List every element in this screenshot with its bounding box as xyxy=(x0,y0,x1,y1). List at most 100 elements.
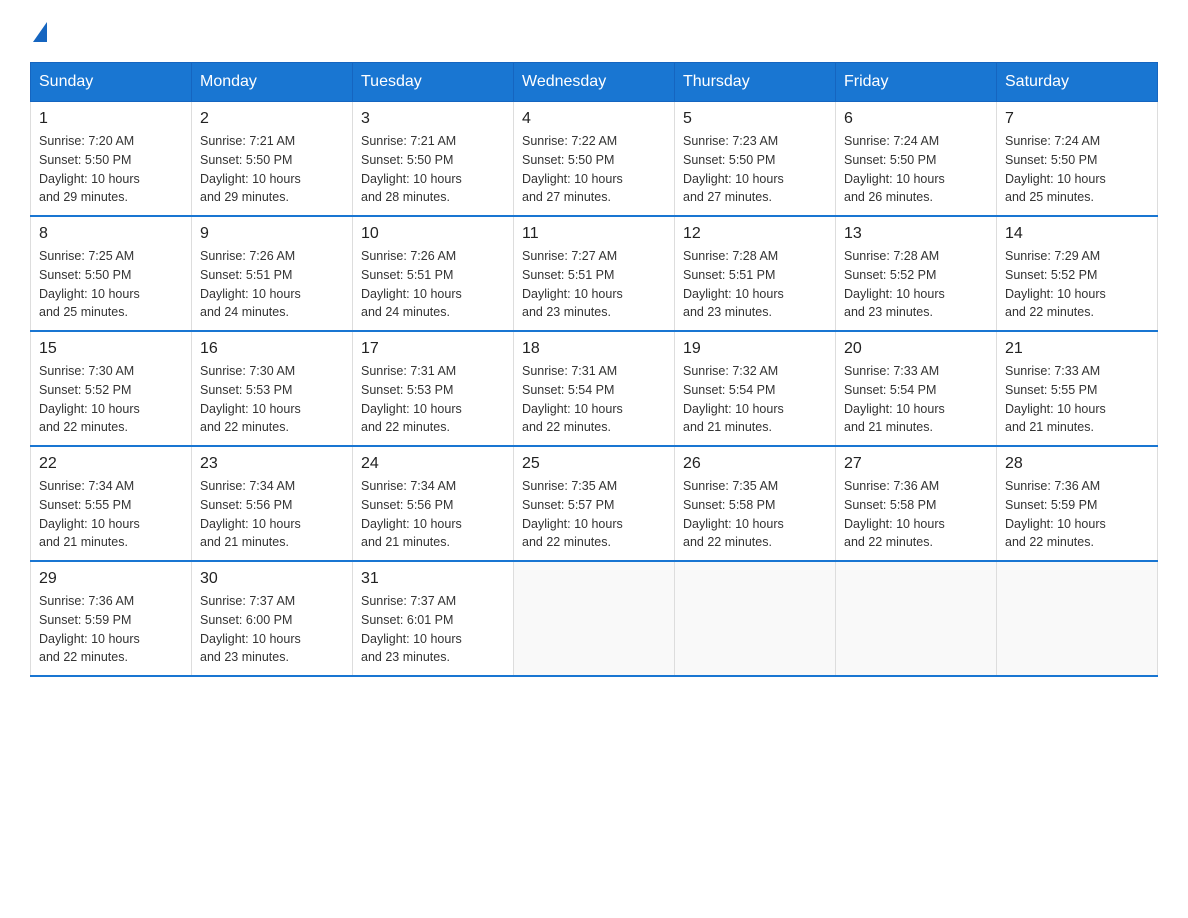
day-number: 19 xyxy=(683,340,827,358)
table-row: 5 Sunrise: 7:23 AMSunset: 5:50 PMDaylight… xyxy=(675,102,836,217)
calendar-week-row: 22 Sunrise: 7:34 AMSunset: 5:55 PMDayligh… xyxy=(31,446,1158,561)
day-info: Sunrise: 7:36 AMSunset: 5:59 PMDaylight:… xyxy=(39,592,183,667)
day-number: 12 xyxy=(683,225,827,243)
day-info: Sunrise: 7:29 AMSunset: 5:52 PMDaylight:… xyxy=(1005,247,1149,322)
day-info: Sunrise: 7:33 AMSunset: 5:54 PMDaylight:… xyxy=(844,362,988,437)
calendar-week-row: 8 Sunrise: 7:25 AMSunset: 5:50 PMDaylight… xyxy=(31,216,1158,331)
day-info: Sunrise: 7:31 AMSunset: 5:54 PMDaylight:… xyxy=(522,362,666,437)
calendar-week-row: 15 Sunrise: 7:30 AMSunset: 5:52 PMDayligh… xyxy=(31,331,1158,446)
table-row: 13Sunrise: 7:28 AMSunset: 5:52 PMDayligh… xyxy=(836,216,997,331)
header-saturday: Saturday xyxy=(997,63,1158,102)
table-row: 29 Sunrise: 7:36 AMSunset: 5:59 PMDayligh… xyxy=(31,561,192,676)
day-info: Sunrise: 7:23 AMSunset: 5:50 PMDaylight:… xyxy=(683,132,827,207)
day-number: 23 xyxy=(200,455,344,473)
calendar-week-row: 29 Sunrise: 7:36 AMSunset: 5:59 PMDayligh… xyxy=(31,561,1158,676)
day-info: Sunrise: 7:27 AMSunset: 5:51 PMDaylight:… xyxy=(522,247,666,322)
day-info: Sunrise: 7:37 AMSunset: 6:01 PMDaylight:… xyxy=(361,592,505,667)
day-info: Sunrise: 7:35 AMSunset: 5:58 PMDaylight:… xyxy=(683,477,827,552)
table-row: 7Sunrise: 7:24 AMSunset: 5:50 PMDaylight… xyxy=(997,102,1158,217)
day-info: Sunrise: 7:21 AMSunset: 5:50 PMDaylight:… xyxy=(361,132,505,207)
day-info: Sunrise: 7:36 AMSunset: 5:59 PMDaylight:… xyxy=(1005,477,1149,552)
day-info: Sunrise: 7:34 AMSunset: 5:56 PMDaylight:… xyxy=(200,477,344,552)
day-info: Sunrise: 7:36 AMSunset: 5:58 PMDaylight:… xyxy=(844,477,988,552)
table-row: 19 Sunrise: 7:32 AMSunset: 5:54 PMDayligh… xyxy=(675,331,836,446)
day-info: Sunrise: 7:26 AMSunset: 5:51 PMDaylight:… xyxy=(361,247,505,322)
day-info: Sunrise: 7:21 AMSunset: 5:50 PMDaylight:… xyxy=(200,132,344,207)
table-row: 9 Sunrise: 7:26 AMSunset: 5:51 PMDaylight… xyxy=(192,216,353,331)
table-row: 15 Sunrise: 7:30 AMSunset: 5:52 PMDayligh… xyxy=(31,331,192,446)
day-info: Sunrise: 7:24 AMSunset: 5:50 PMDaylight:… xyxy=(844,132,988,207)
logo xyxy=(30,20,47,42)
table-row: 27 Sunrise: 7:36 AMSunset: 5:58 PMDayligh… xyxy=(836,446,997,561)
header-friday: Friday xyxy=(836,63,997,102)
table-row: 1 Sunrise: 7:20 AMSunset: 5:50 PMDaylight… xyxy=(31,102,192,217)
day-info: Sunrise: 7:28 AMSunset: 5:52 PMDaylight:… xyxy=(844,247,988,322)
day-info: Sunrise: 7:28 AMSunset: 5:51 PMDaylight:… xyxy=(683,247,827,322)
header-sunday: Sunday xyxy=(31,63,192,102)
table-row: 25 Sunrise: 7:35 AMSunset: 5:57 PMDayligh… xyxy=(514,446,675,561)
table-row xyxy=(514,561,675,676)
table-row: 23 Sunrise: 7:34 AMSunset: 5:56 PMDayligh… xyxy=(192,446,353,561)
day-number: 20 xyxy=(844,340,988,358)
table-row: 18 Sunrise: 7:31 AMSunset: 5:54 PMDayligh… xyxy=(514,331,675,446)
calendar-table: Sunday Monday Tuesday Wednesday Thursday… xyxy=(30,62,1158,677)
header-monday: Monday xyxy=(192,63,353,102)
day-info: Sunrise: 7:22 AMSunset: 5:50 PMDaylight:… xyxy=(522,132,666,207)
day-number: 10 xyxy=(361,225,505,243)
day-info: Sunrise: 7:34 AMSunset: 5:56 PMDaylight:… xyxy=(361,477,505,552)
table-row: 21 Sunrise: 7:33 AMSunset: 5:55 PMDayligh… xyxy=(997,331,1158,446)
logo-triangle-icon xyxy=(33,22,47,42)
day-number: 31 xyxy=(361,570,505,588)
day-number: 28 xyxy=(1005,455,1149,473)
day-number: 30 xyxy=(200,570,344,588)
day-number: 29 xyxy=(39,570,183,588)
table-row xyxy=(836,561,997,676)
table-row: 20 Sunrise: 7:33 AMSunset: 5:54 PMDayligh… xyxy=(836,331,997,446)
table-row: 12 Sunrise: 7:28 AMSunset: 5:51 PMDayligh… xyxy=(675,216,836,331)
table-row xyxy=(675,561,836,676)
day-number: 17 xyxy=(361,340,505,358)
day-number: 15 xyxy=(39,340,183,358)
table-row: 28 Sunrise: 7:36 AMSunset: 5:59 PMDayligh… xyxy=(997,446,1158,561)
day-number: 26 xyxy=(683,455,827,473)
table-row: 2Sunrise: 7:21 AMSunset: 5:50 PMDaylight… xyxy=(192,102,353,217)
table-row: 8 Sunrise: 7:25 AMSunset: 5:50 PMDaylight… xyxy=(31,216,192,331)
table-row: 24 Sunrise: 7:34 AMSunset: 5:56 PMDayligh… xyxy=(353,446,514,561)
day-number: 9 xyxy=(200,225,344,243)
day-number: 27 xyxy=(844,455,988,473)
table-row: 30 Sunrise: 7:37 AMSunset: 6:00 PMDayligh… xyxy=(192,561,353,676)
day-info: Sunrise: 7:26 AMSunset: 5:51 PMDaylight:… xyxy=(200,247,344,322)
day-info: Sunrise: 7:35 AMSunset: 5:57 PMDaylight:… xyxy=(522,477,666,552)
day-info: Sunrise: 7:25 AMSunset: 5:50 PMDaylight:… xyxy=(39,247,183,322)
header-wednesday: Wednesday xyxy=(514,63,675,102)
day-number: 6 xyxy=(844,110,988,128)
day-number: 21 xyxy=(1005,340,1149,358)
table-row: 6 Sunrise: 7:24 AMSunset: 5:50 PMDaylight… xyxy=(836,102,997,217)
day-number: 8 xyxy=(39,225,183,243)
page-header xyxy=(30,20,1158,42)
day-info: Sunrise: 7:20 AMSunset: 5:50 PMDaylight:… xyxy=(39,132,183,207)
day-number: 5 xyxy=(683,110,827,128)
table-row: 31 Sunrise: 7:37 AMSunset: 6:01 PMDayligh… xyxy=(353,561,514,676)
table-row: 22 Sunrise: 7:34 AMSunset: 5:55 PMDayligh… xyxy=(31,446,192,561)
day-number: 1 xyxy=(39,110,183,128)
day-info: Sunrise: 7:33 AMSunset: 5:55 PMDaylight:… xyxy=(1005,362,1149,437)
table-row xyxy=(997,561,1158,676)
table-row: 10 Sunrise: 7:26 AMSunset: 5:51 PMDayligh… xyxy=(353,216,514,331)
calendar-header-row: Sunday Monday Tuesday Wednesday Thursday… xyxy=(31,63,1158,102)
day-number: 4 xyxy=(522,110,666,128)
day-info: Sunrise: 7:30 AMSunset: 5:52 PMDaylight:… xyxy=(39,362,183,437)
day-info: Sunrise: 7:37 AMSunset: 6:00 PMDaylight:… xyxy=(200,592,344,667)
day-number: 11 xyxy=(522,225,666,243)
header-tuesday: Tuesday xyxy=(353,63,514,102)
day-info: Sunrise: 7:34 AMSunset: 5:55 PMDaylight:… xyxy=(39,477,183,552)
day-number: 3 xyxy=(361,110,505,128)
table-row: 26 Sunrise: 7:35 AMSunset: 5:58 PMDayligh… xyxy=(675,446,836,561)
day-info: Sunrise: 7:24 AMSunset: 5:50 PMDaylight:… xyxy=(1005,132,1149,207)
day-number: 25 xyxy=(522,455,666,473)
day-number: 24 xyxy=(361,455,505,473)
day-number: 14 xyxy=(1005,225,1149,243)
day-info: Sunrise: 7:32 AMSunset: 5:54 PMDaylight:… xyxy=(683,362,827,437)
day-number: 22 xyxy=(39,455,183,473)
day-number: 18 xyxy=(522,340,666,358)
